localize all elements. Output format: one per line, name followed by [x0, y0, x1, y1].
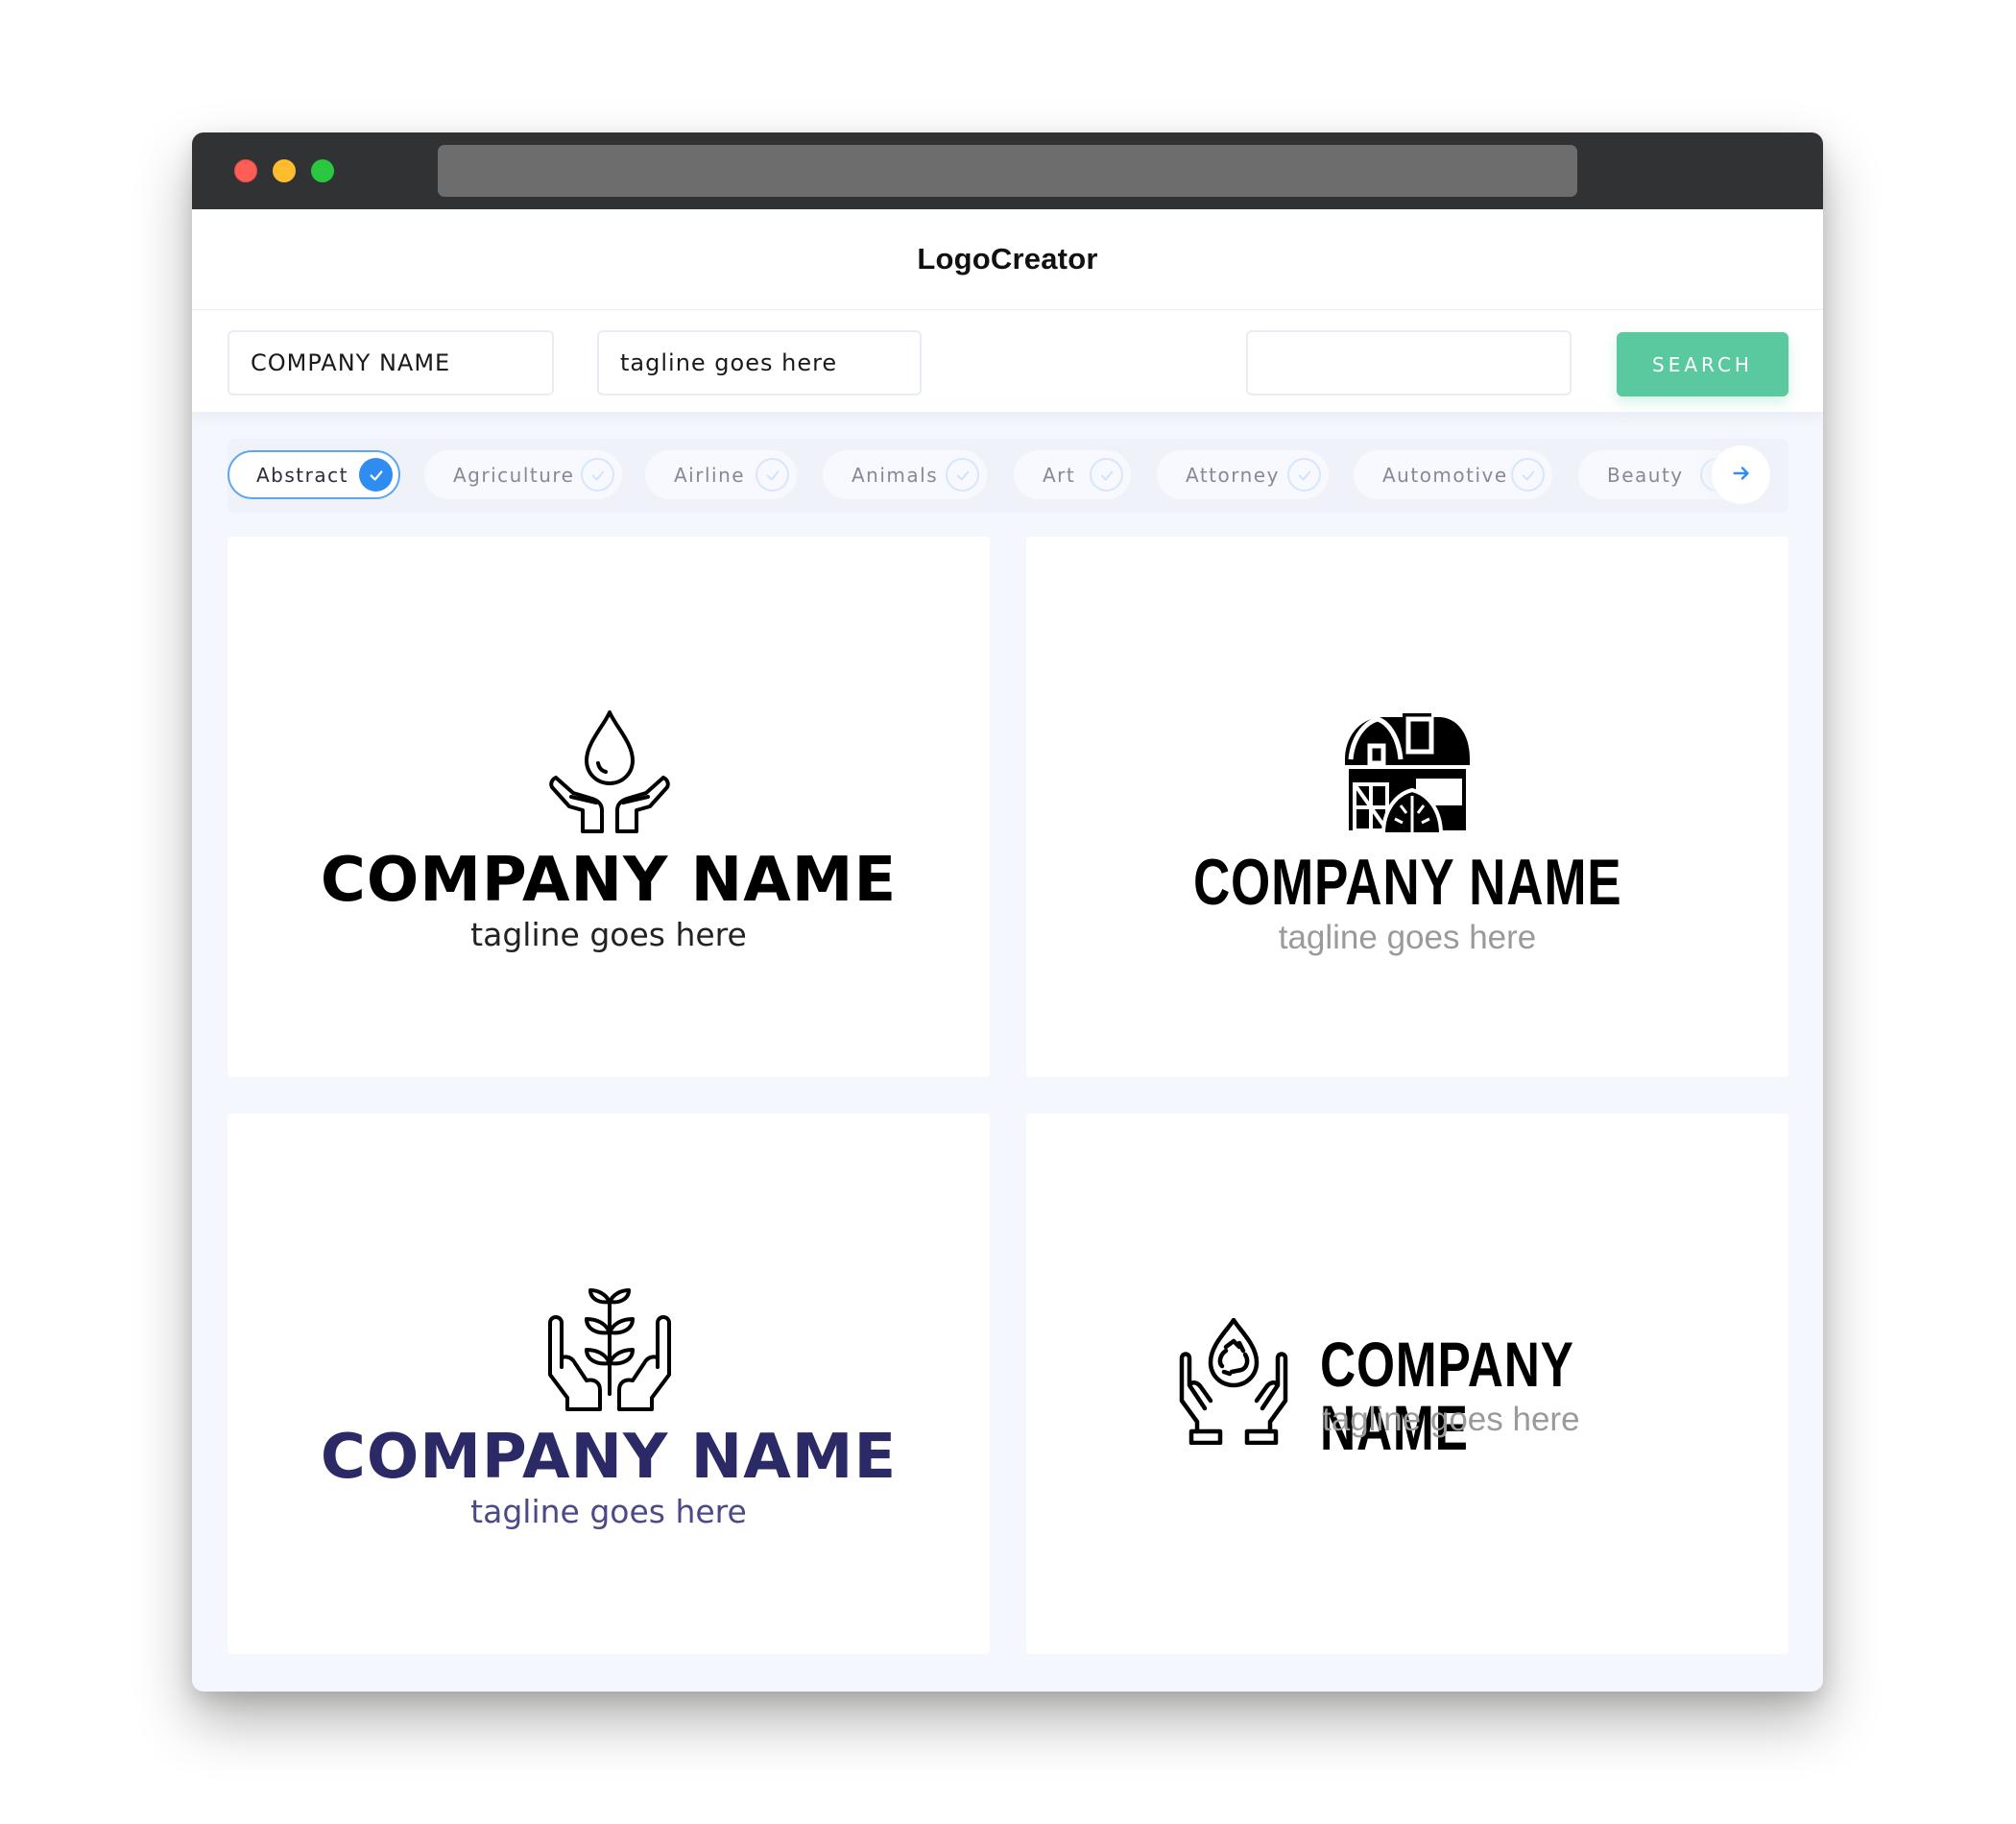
tagline-text: tagline goes here — [1278, 919, 1537, 956]
category-chip-label: Art — [1043, 463, 1076, 487]
barn-haystack-icon — [1345, 713, 1470, 836]
logo-card[interactable]: COMPANY NAME tagline goes here — [1026, 1114, 1788, 1654]
title-bar — [192, 132, 1823, 209]
maximize-window-button[interactable] — [311, 159, 334, 182]
keyword-search-input[interactable] — [1246, 330, 1572, 396]
category-chip-label: Animals — [852, 463, 939, 487]
company-name-text: COMPANY NAME — [1320, 1329, 1573, 1463]
category-filter-bar: Abstract Agriculture Airline Animals Art… — [228, 439, 1788, 513]
checkmark-icon — [946, 458, 979, 492]
logo-card[interactable]: COMPANY NAME tagline goes here — [228, 537, 990, 1077]
water-drop-hands-icon — [549, 710, 670, 833]
app-header: LogoCreator — [192, 209, 1823, 310]
category-chip-animals[interactable]: Animals — [823, 450, 987, 499]
category-chip-label: Automotive — [1382, 463, 1508, 487]
company-name-input[interactable]: COMPANY NAME — [228, 330, 554, 396]
category-chip-automotive[interactable]: Automotive — [1354, 450, 1552, 499]
checkmark-icon — [1511, 458, 1545, 492]
checkmark-icon — [581, 458, 614, 492]
close-window-button[interactable] — [234, 159, 257, 182]
plant-hands-icon — [548, 1288, 671, 1411]
arrow-right-icon — [1731, 463, 1752, 488]
category-chip-label: Abstract — [256, 463, 348, 487]
category-chip-label: Attorney — [1186, 463, 1280, 487]
tagline-text: tagline goes here — [470, 916, 747, 953]
minimize-window-button[interactable] — [273, 159, 296, 182]
checkmark-icon — [1090, 458, 1123, 492]
logo-card[interactable]: COMPANY NAME tagline goes here — [228, 1114, 990, 1654]
tagline-text: tagline goes here — [470, 1493, 747, 1530]
category-chip-label: Beauty — [1607, 463, 1684, 487]
category-chip-label: Airline — [674, 463, 746, 487]
company-name-text: COMPANY NAME — [320, 1422, 898, 1493]
browser-window: LogoCreator COMPANY NAME tagline goes he… — [192, 132, 1823, 1692]
checkmark-icon — [1287, 458, 1321, 492]
company-name-text: COMPANY NAME — [1192, 846, 1622, 919]
category-chip-art[interactable]: Art — [1014, 450, 1131, 499]
tagline-input[interactable]: tagline goes here — [597, 330, 922, 396]
address-bar[interactable] — [438, 145, 1577, 197]
category-chip-label: Agriculture — [453, 463, 575, 487]
search-toolbar: COMPANY NAME tagline goes here SEARCH — [192, 310, 1823, 412]
recycle-drop-hands-icon — [1179, 1318, 1288, 1445]
next-categories-button[interactable] — [1712, 445, 1770, 504]
category-chip-attorney[interactable]: Attorney — [1157, 450, 1329, 499]
checkmark-icon — [359, 458, 393, 492]
category-chip-agriculture[interactable]: Agriculture — [424, 450, 622, 499]
category-chip-airline[interactable]: Airline — [645, 450, 797, 499]
checkmark-icon — [756, 458, 789, 492]
tagline-text: tagline goes here — [1322, 1401, 1580, 1438]
category-chip-abstract[interactable]: Abstract — [228, 450, 400, 499]
company-name-text: COMPANY NAME — [320, 845, 898, 916]
logo-card[interactable]: COMPANY NAME tagline goes here — [1026, 537, 1788, 1077]
brand-logo[interactable]: LogoCreator — [192, 242, 1823, 276]
search-button[interactable]: SEARCH — [1617, 332, 1788, 396]
